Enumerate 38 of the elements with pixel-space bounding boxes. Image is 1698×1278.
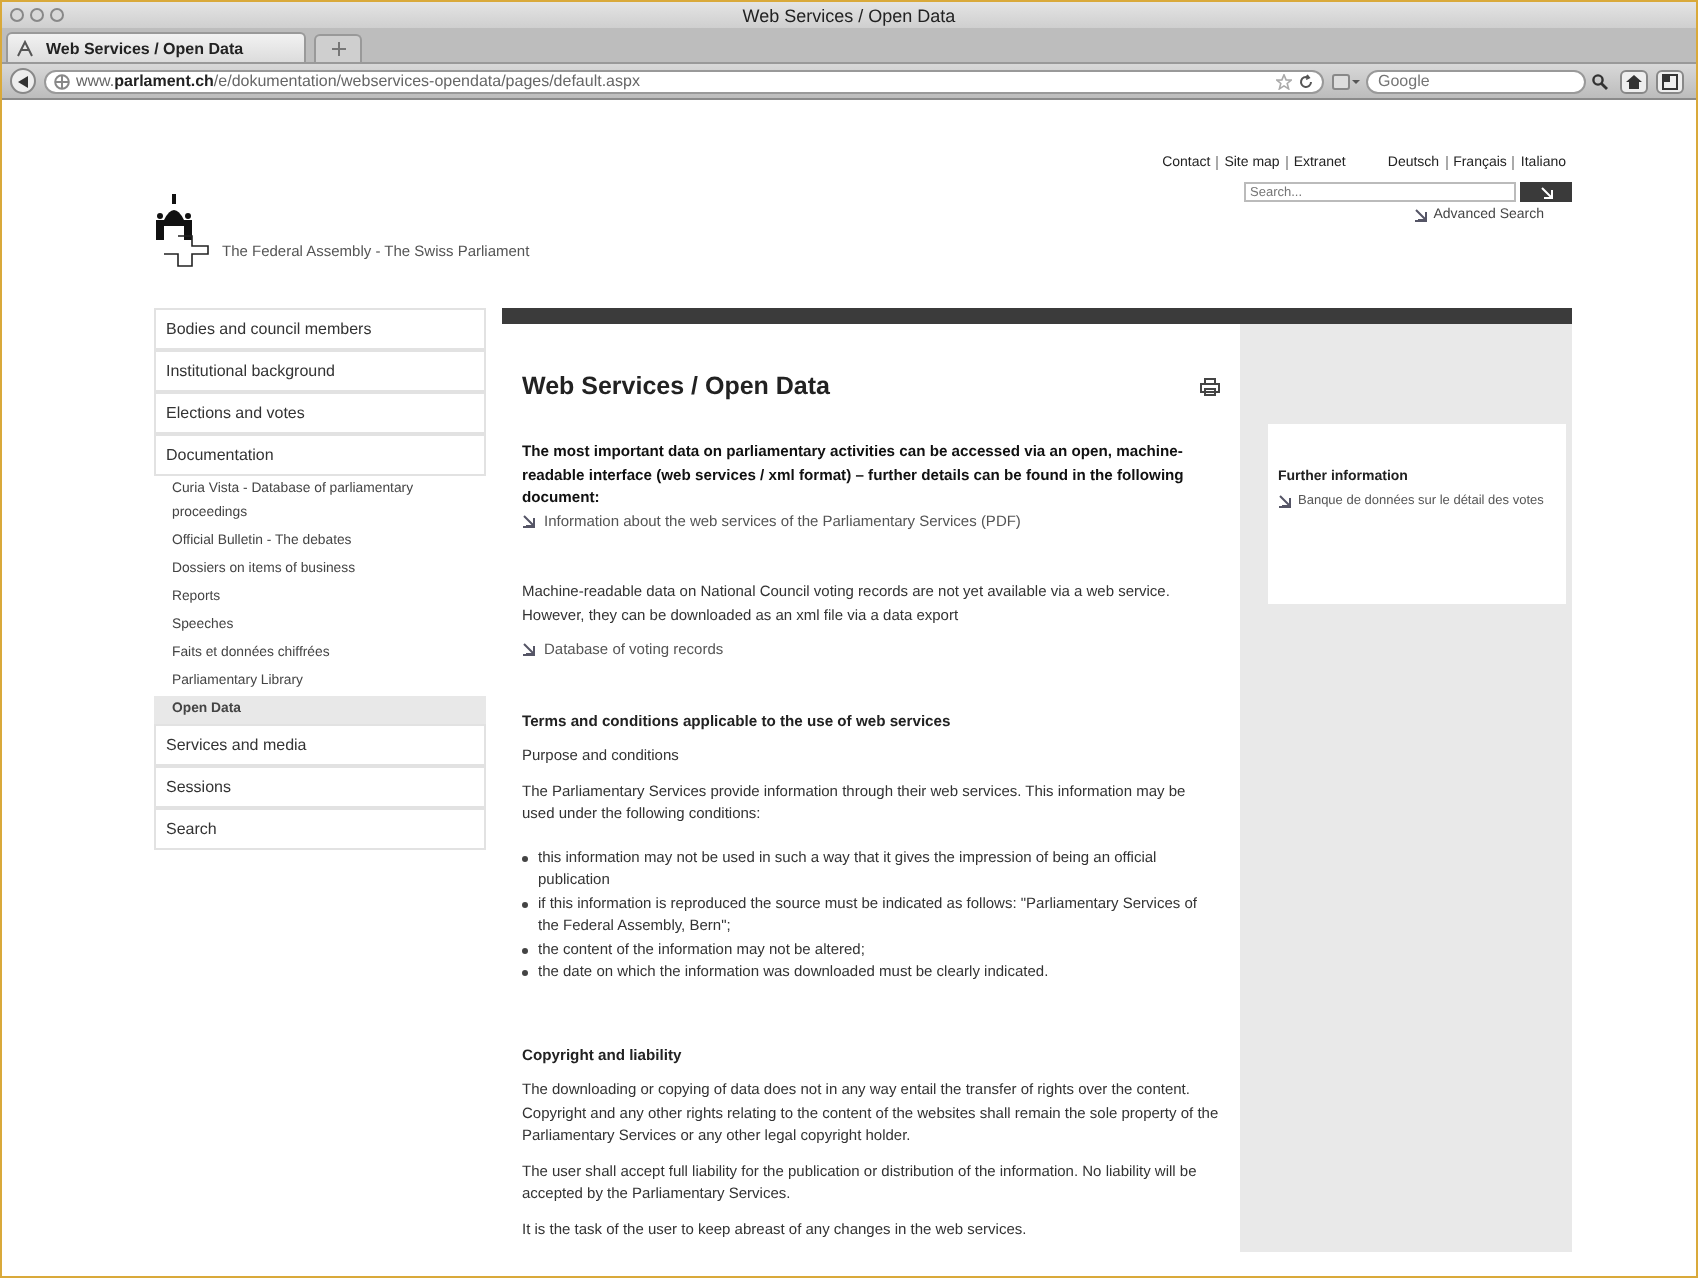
sidebar-item[interactable]: Documentation <box>154 434 486 476</box>
toolbar-button[interactable] <box>1656 69 1684 93</box>
address-field[interactable]: www.parlament.ch/e/dokumentation/webservices-opendata/pages/default.aspx <box>44 69 1324 93</box>
arrow-icon <box>1278 494 1292 508</box>
sidebar-item[interactable]: Institutional background <box>154 350 486 392</box>
sidebar-item[interactable]: Search <box>154 808 486 850</box>
page-title: Web Services / Open Data <box>522 372 830 400</box>
back-button[interactable] <box>10 68 36 94</box>
browser-tab[interactable]: Web Services / Open Data <box>6 32 306 62</box>
search-button[interactable] <box>1520 182 1572 202</box>
star-icon[interactable] <box>1276 73 1292 89</box>
logo-drawing <box>154 192 210 268</box>
arrow-icon <box>522 642 536 657</box>
sidebar-item[interactable]: Sessions <box>154 766 486 808</box>
bullet-icon <box>522 855 528 861</box>
arrow-icon <box>1539 185 1553 199</box>
search-engine-icon[interactable] <box>1332 73 1360 89</box>
bullet-icon <box>522 970 528 976</box>
plus-icon <box>331 42 345 56</box>
new-tab-button[interactable] <box>314 34 362 62</box>
web-search-field[interactable]: Google <box>1366 69 1586 93</box>
sidebar-item[interactable]: Services and media <box>154 724 486 766</box>
arrow-icon <box>1413 208 1428 222</box>
back-icon <box>17 75 29 87</box>
globe-icon <box>54 73 70 89</box>
page-icon <box>16 39 34 57</box>
arrow-icon <box>522 513 536 528</box>
bullet-icon <box>522 901 528 907</box>
window-icon <box>1662 73 1678 89</box>
bullet-icon <box>522 947 528 953</box>
sidebar-item[interactable]: Bodies and council members <box>154 308 486 350</box>
home-button[interactable] <box>1620 69 1648 93</box>
reload-icon[interactable] <box>1298 73 1314 89</box>
sidebar-item[interactable]: Elections and votes <box>154 392 486 434</box>
search-icon[interactable] <box>1592 73 1608 89</box>
print-icon[interactable] <box>1200 377 1220 395</box>
home-icon <box>1626 73 1642 89</box>
window-title: Web Services / Open Data <box>742 5 956 25</box>
